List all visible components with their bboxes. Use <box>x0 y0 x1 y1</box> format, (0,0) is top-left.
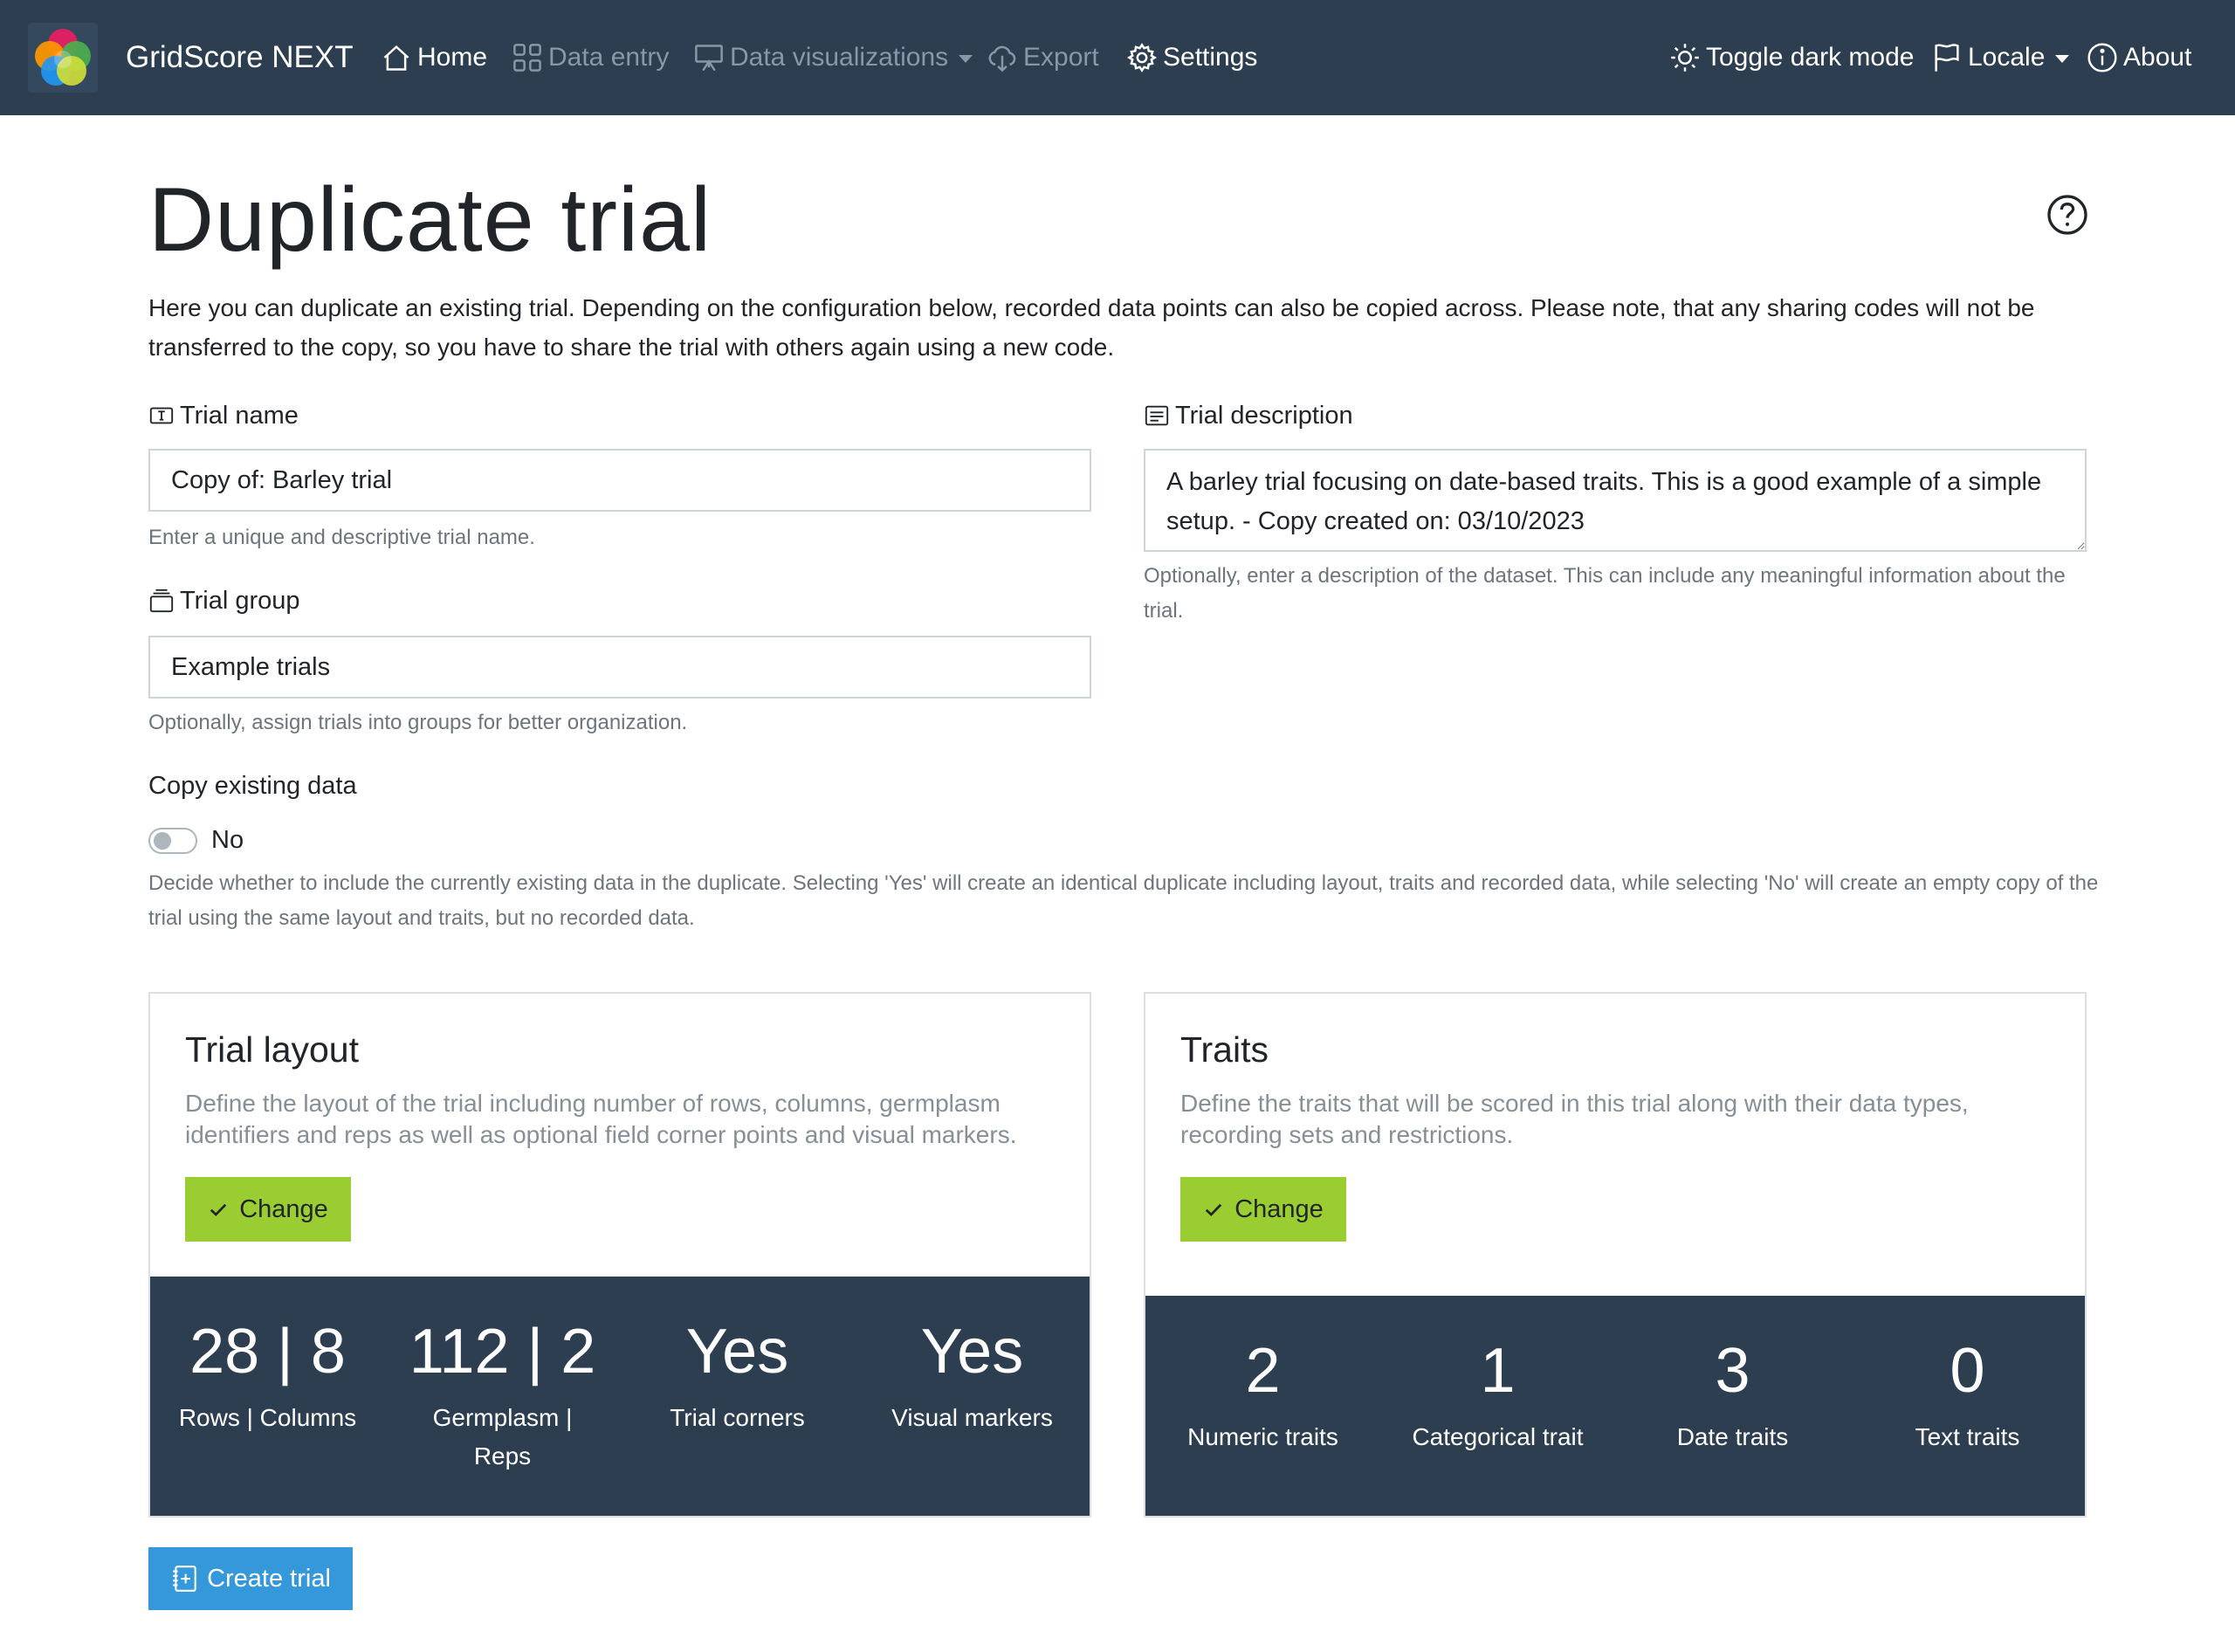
trial-description-label: Trial description <box>1144 398 1353 433</box>
check-icon <box>210 1203 227 1216</box>
trial-layout-description: Define the layout of the trial including… <box>185 1090 1017 1148</box>
navbar: GridScore NEXT Home Data entry Data visu… <box>0 0 2235 115</box>
nav-locale[interactable]: Locale <box>1931 35 2070 80</box>
trial-layout-card: Trial layout Define the layout of the tr… <box>148 992 1091 1518</box>
traits-description: Define the traits that will be scored in… <box>1180 1090 1969 1148</box>
create-trial-label: Create trial <box>207 1564 331 1593</box>
stat-value: 28 | 8 <box>189 1317 346 1387</box>
change-layout-label: Change <box>239 1194 328 1223</box>
stat-text-traits: 0 Text traits <box>1850 1336 2085 1516</box>
sun-icon <box>1671 44 1699 72</box>
stat-germplasm-reps: 112 | 2 Germplasm | Reps <box>385 1317 620 1516</box>
nav-settings[interactable]: Settings <box>1126 35 1257 80</box>
stat-label: Visual markers <box>891 1404 1053 1431</box>
trial-group-label-text: Trial group <box>180 587 300 615</box>
copy-data-state: No <box>211 826 244 854</box>
stat-value: 0 <box>1950 1336 1985 1406</box>
stat-label: Numeric traits <box>1187 1423 1338 1450</box>
stat-label: Trial corners <box>670 1404 805 1431</box>
trial-layout-title: Trial layout <box>185 1029 359 1070</box>
nav-home-label: Home <box>417 43 488 72</box>
nav-data-visualizations[interactable]: Data visualizations <box>693 35 973 80</box>
stat-numeric-traits: 2 Numeric traits <box>1145 1336 1380 1516</box>
nav-about-label: About <box>2123 43 2192 72</box>
copy-data-label: Copy existing data <box>148 772 357 800</box>
nav-locale-label: Locale <box>1968 43 2046 72</box>
trial-description-help: Optionally, enter a description of the d… <box>1144 564 2066 623</box>
journal-plus-icon <box>173 1566 196 1592</box>
page-title: Duplicate trial <box>148 169 712 271</box>
copy-data-switch[interactable] <box>148 828 197 854</box>
gear-icon <box>1126 43 1158 72</box>
stat-value: 3 <box>1715 1336 1750 1406</box>
nav-data-entry-label: Data entry <box>548 43 670 72</box>
stat-label: Text traits <box>1915 1423 2020 1450</box>
copy-data-help: Decide whether to include the currently … <box>148 871 2099 930</box>
change-layout-button[interactable]: Change <box>185 1177 351 1242</box>
nav-toggle-dark-mode-label: Toggle dark mode <box>1706 43 1915 72</box>
info-icon <box>2087 43 2117 72</box>
traits-stats: 2 Numeric traits 1 Categorical trait 3 D… <box>1145 1296 2085 1516</box>
question-circle-icon[interactable] <box>2046 194 2088 236</box>
change-traits-button[interactable]: Change <box>1180 1177 1346 1242</box>
nav-settings-label: Settings <box>1163 43 1258 72</box>
nav-data-entry[interactable]: Data entry <box>512 35 669 80</box>
stat-label: Categorical trait <box>1412 1423 1584 1450</box>
nav-about[interactable]: About <box>2087 35 2191 80</box>
trial-description-label-text: Trial description <box>1175 402 1353 430</box>
intro-text: Here you can duplicate an existing trial… <box>148 294 2035 361</box>
traits-title: Traits <box>1180 1029 1269 1070</box>
trial-name-help: Enter a unique and descriptive trial nam… <box>148 526 535 549</box>
stat-categorical-trait: 1 Categorical trait <box>1380 1336 1615 1516</box>
brand-name[interactable]: GridScore NEXT <box>126 37 354 79</box>
traits-card: Traits Define the traits that will be sc… <box>1144 992 2087 1518</box>
stat-value: Yes <box>685 1317 789 1387</box>
stat-value: 2 <box>1245 1336 1281 1406</box>
grid-icon <box>513 44 541 72</box>
trial-name-label-text: Trial name <box>180 402 299 430</box>
trial-group-label: Trial group <box>148 583 300 618</box>
nav-toggle-dark-mode[interactable]: Toggle dark mode <box>1669 35 1914 80</box>
trial-description-input[interactable]: A barley trial focusing on date-based tr… <box>1144 449 2087 552</box>
house-icon <box>383 45 409 71</box>
nav-export-label: Export <box>1023 43 1099 72</box>
stat-date-traits: 3 Date traits <box>1615 1336 1850 1516</box>
cloud-download-icon <box>988 45 1016 72</box>
trial-layout-stats: 28 | 8 Rows | Columns 112 | 2 Germplasm … <box>150 1277 1090 1516</box>
nav-data-visualizations-label: Data visualizations <box>730 43 949 72</box>
collection-icon <box>149 589 174 613</box>
nav-home[interactable]: Home <box>381 35 487 80</box>
trial-name-label: Trial name <box>148 398 299 433</box>
stat-trial-corners: Yes Trial corners <box>620 1317 855 1516</box>
switch-knob <box>154 832 171 850</box>
create-trial-button[interactable]: Create trial <box>148 1547 353 1610</box>
stat-rows-columns: 28 | 8 Rows | Columns <box>150 1317 385 1516</box>
trial-group-help: Optionally, assign trials into groups fo… <box>148 711 688 734</box>
chevron-down-icon <box>2055 54 2070 63</box>
stat-value: Yes <box>920 1317 1024 1387</box>
nav-export[interactable]: Export <box>987 35 1099 80</box>
flag-icon <box>1935 44 1959 72</box>
chevron-down-icon <box>959 54 973 63</box>
trial-group-input[interactable] <box>148 636 1091 699</box>
trial-name-input[interactable] <box>148 449 1091 512</box>
change-traits-label: Change <box>1234 1194 1324 1223</box>
card-text-icon <box>1145 405 1169 426</box>
easel-icon <box>695 45 723 72</box>
stat-value: 112 | 2 <box>409 1317 596 1387</box>
stat-label: Rows | Columns <box>178 1404 357 1431</box>
stat-label: Date traits <box>1676 1423 1789 1450</box>
gridscore-logo[interactable] <box>28 23 98 93</box>
stat-value: 1 <box>1480 1336 1516 1406</box>
check-icon <box>1206 1203 1222 1216</box>
stat-visual-markers: Yes Visual markers <box>855 1317 1090 1516</box>
stat-label: Germplasm | Reps <box>432 1404 573 1470</box>
input-cursor-text-icon <box>149 407 174 424</box>
